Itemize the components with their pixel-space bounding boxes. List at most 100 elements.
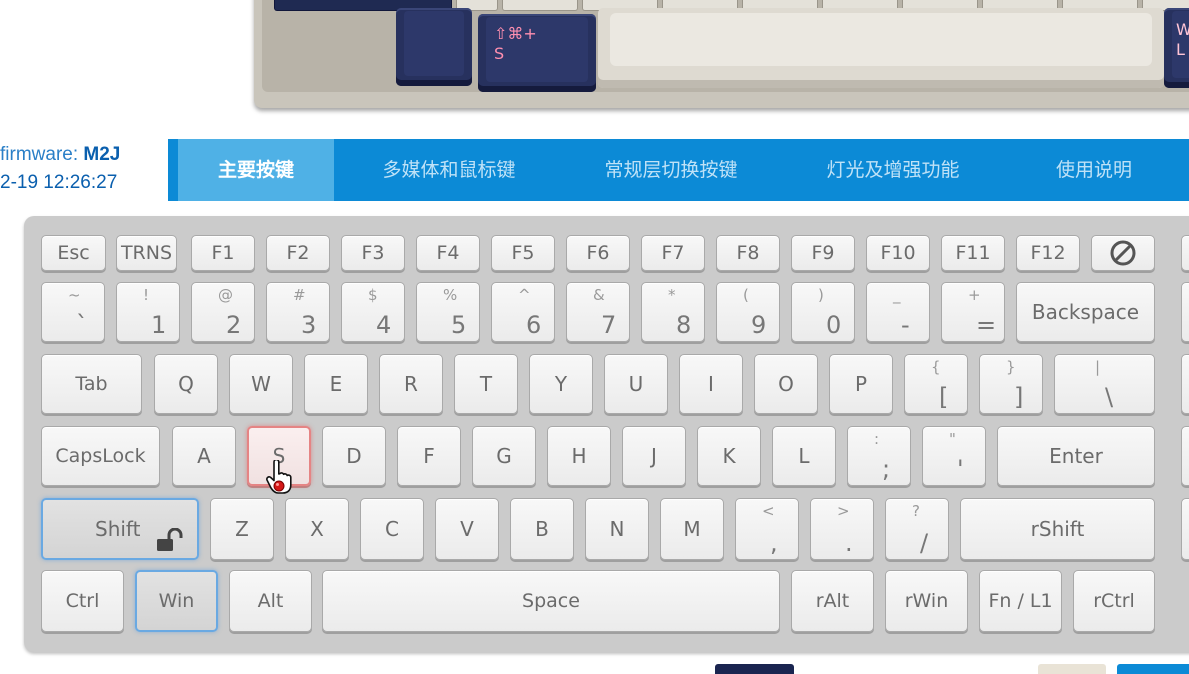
key-ralt[interactable]: rAlt [791,570,874,632]
key-1[interactable]: ! 1 [116,282,180,342]
key-r[interactable]: R [379,354,443,414]
key-b[interactable]: B [510,498,574,560]
key-partial[interactable] [1181,354,1189,414]
key-4[interactable]: $4 [341,282,405,342]
key-j[interactable]: J [622,426,686,486]
key-blocked[interactable] [1091,235,1155,271]
key-rctrl[interactable]: rCtrl [1073,570,1155,632]
main-legend: [ [939,383,949,411]
key-comma[interactable]: <, [735,498,799,560]
key-p[interactable]: P [829,354,893,414]
key-fn-l1[interactable]: Fn / L1 [979,570,1062,632]
key-rwin[interactable]: rWin [885,570,968,632]
key-f2[interactable]: F2 [266,235,330,271]
tab-bar: 主要按键 多媒体和鼠标键 常规层切换按键 灯光及增强功能 使用说明 [168,139,1189,201]
key-u[interactable]: U [604,354,668,414]
key-capslock[interactable]: CapsLock [41,426,160,486]
tab-lighting[interactable]: 灯光及增强功能 [798,139,988,201]
tab-layer-switch[interactable]: 常规层切换按键 [576,139,766,201]
key-left-bracket[interactable]: {[ [904,354,968,414]
bottom-button-partial[interactable] [1038,664,1106,674]
key-5[interactable]: % 5 [416,282,480,342]
main-legend: 6 [526,311,542,339]
key-f1[interactable]: F1 [191,235,255,271]
key-f7[interactable]: F7 [641,235,705,271]
tab-help[interactable]: 使用说明 [1018,139,1170,201]
key-f[interactable]: F [397,426,461,486]
key-c[interactable]: C [360,498,424,560]
key-f12[interactable]: F12 [1016,235,1080,271]
key-rshift[interactable]: rShift [960,498,1155,560]
key-i[interactable]: I [679,354,743,414]
key-f10[interactable]: F10 [866,235,930,271]
key-m[interactable]: M [660,498,724,560]
key-alt[interactable]: Alt [229,570,312,632]
key-f4[interactable]: F4 [416,235,480,271]
key-right-bracket[interactable]: }] [979,354,1043,414]
key-partial[interactable] [1181,426,1189,486]
key-y[interactable]: Y [529,354,593,414]
key-w[interactable]: W [229,354,293,414]
key-g[interactable]: G [472,426,536,486]
key-n[interactable]: N [585,498,649,560]
key-2[interactable]: @2 [191,282,255,342]
key-h[interactable]: H [547,426,611,486]
key-z[interactable]: Z [210,498,274,560]
key-esc[interactable]: Esc [41,235,106,271]
main-legend: - [901,311,910,339]
bottom-button-partial[interactable] [715,664,794,674]
key-partial[interactable] [1181,235,1189,271]
key-shift-active[interactable]: Shift [41,498,199,560]
key-win-active[interactable]: Win [135,570,218,632]
key-e[interactable]: E [304,354,368,414]
key-backspace[interactable]: Backspace [1016,282,1155,342]
key-trns[interactable]: TRNS [116,235,177,271]
main-legend: / [920,529,929,557]
key-f5[interactable]: F5 [491,235,555,271]
key-f11[interactable]: F11 [941,235,1005,271]
key-space[interactable]: Space [322,570,780,632]
key-partial[interactable] [1181,282,1189,342]
key-7[interactable]: & 7 [566,282,630,342]
key-8[interactable]: * 8 [641,282,705,342]
key-o[interactable]: O [754,354,818,414]
key-minus[interactable]: _ - [866,282,930,342]
key-f6[interactable]: F6 [566,235,630,271]
main-legend: 8 [676,311,692,339]
key-3[interactable]: #3 [266,282,330,342]
shift-legend: + [968,286,981,304]
key-6[interactable]: ^ 6 [491,282,555,342]
key-enter[interactable]: Enter [997,426,1155,486]
key-d[interactable]: D [322,426,386,486]
key-v[interactable]: V [435,498,499,560]
key-s-selected[interactable]: S [247,426,311,486]
tab-main-keys[interactable]: 主要按键 [178,139,334,201]
key-f3[interactable]: F3 [341,235,405,271]
key-l[interactable]: L [772,426,836,486]
preview-key-legend: ⇧⌘+ S [494,24,537,63]
main-legend: 0 [826,311,842,339]
shift-legend: > [837,502,850,520]
key-f9[interactable]: F9 [791,235,855,271]
key-k[interactable]: K [697,426,761,486]
key-backtick[interactable]: ~ ` [41,282,105,342]
key-quote[interactable]: " ' [922,426,986,486]
key-ctrl[interactable]: Ctrl [41,570,124,632]
bottom-button-partial[interactable] [1117,664,1189,674]
preview-key-legend: W L [1176,20,1189,59]
key-semicolon[interactable]: :; [847,426,911,486]
key-q[interactable]: Q [154,354,218,414]
tab-media-mouse[interactable]: 多媒体和鼠标键 [354,139,544,201]
key-slash[interactable]: ? / [885,498,949,560]
key-equals[interactable]: + = [941,282,1005,342]
key-partial[interactable] [1181,498,1189,560]
key-tab[interactable]: Tab [41,354,142,414]
key-period[interactable]: >. [810,498,874,560]
key-t[interactable]: T [454,354,518,414]
key-0[interactable]: ) 0 [791,282,855,342]
key-x[interactable]: X [285,498,349,560]
key-a[interactable]: A [172,426,236,486]
key-backslash[interactable]: | \ [1054,354,1155,414]
key-f8[interactable]: F8 [716,235,780,271]
key-9[interactable]: (9 [716,282,780,342]
